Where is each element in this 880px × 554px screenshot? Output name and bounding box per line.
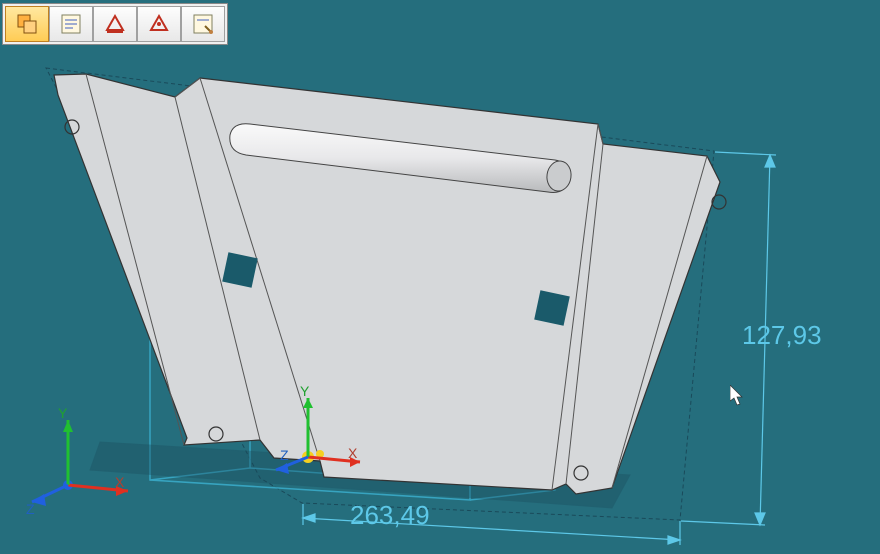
axis-label-x-local: X [348,445,358,461]
options-icon [191,12,215,36]
tool-copy-geometry[interactable] [5,6,49,42]
axis-label-x: X [115,474,125,490]
axis-label-y-local: Y [300,383,310,399]
tool-options[interactable] [181,6,225,42]
properties-icon [59,12,83,36]
axis-label-z: Z [26,501,35,517]
axis-label-z-local: Z [280,447,289,463]
viewport-3d[interactable]: X Y Z X Y Z 263,49 127,93 [0,0,880,554]
tool-properties[interactable] [49,6,93,42]
axis-label-y: Y [58,405,68,421]
sketch-plane-alt-icon [147,12,171,36]
context-toolbar [2,3,228,45]
tool-sketch-plane-alt[interactable] [137,6,181,42]
copy-geometry-icon [15,12,39,36]
sketch-plane-icon [103,12,127,36]
selection-handle[interactable] [534,290,570,326]
tool-sketch-plane[interactable] [93,6,137,42]
selection-handle[interactable] [222,252,258,288]
cad-canvas[interactable]: X Y Z X Y Z [0,0,880,554]
dimension-height-label[interactable]: 127,93 [742,320,822,351]
dimension-width-label[interactable]: 263,49 [350,500,430,531]
sheet-metal-part[interactable] [54,74,726,494]
